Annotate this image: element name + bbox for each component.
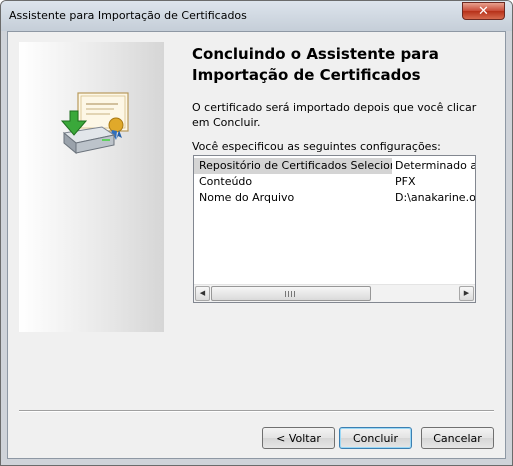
settings-row[interactable]: Nome do Arquivo D:\anakarine.oliveira xyxy=(194,190,475,206)
scrollbar-thumb[interactable] xyxy=(211,286,371,301)
arrow-right-icon: ▶ xyxy=(463,289,470,297)
settings-label: Você especificou as seguintes configuraç… xyxy=(192,140,441,153)
certificate-import-icon xyxy=(60,92,129,155)
settings-row[interactable]: Repositório de Certificados Selecionado … xyxy=(194,158,475,174)
grip-icon xyxy=(285,291,295,297)
scroll-left-button[interactable]: ◀ xyxy=(195,286,210,301)
settings-row[interactable]: Conteúdo PFX xyxy=(194,174,475,190)
wizard-description: O certificado será importado depois que … xyxy=(192,101,477,129)
wizard-window: Assistente para Importação de Certificad… xyxy=(0,0,513,466)
arrow-left-icon: ◀ xyxy=(199,289,206,297)
horizontal-scrollbar[interactable]: ◀ ▶ xyxy=(194,284,475,302)
wizard-heading: Concluindo o Assistente para Importação … xyxy=(192,45,439,84)
close-icon: ✕ xyxy=(478,4,489,19)
setting-key: Repositório de Certificados Selecionado xyxy=(194,158,392,174)
settings-list[interactable]: Repositório de Certificados Selecionado … xyxy=(193,155,476,303)
scroll-right-button[interactable]: ▶ xyxy=(459,286,474,301)
wizard-client-area: Concluindo o Assistente para Importação … xyxy=(7,31,506,459)
setting-key: Conteúdo xyxy=(199,175,253,188)
back-button[interactable]: < Voltar xyxy=(262,427,335,449)
title-bar[interactable]: Assistente para Importação de Certificad… xyxy=(1,1,512,31)
setting-value: PFX xyxy=(395,175,416,188)
cancel-button[interactable]: Cancelar xyxy=(421,427,494,449)
window-title: Assistente para Importação de Certificad… xyxy=(9,9,247,22)
finish-button[interactable]: Concluir xyxy=(339,427,412,449)
setting-value: D:\anakarine.oliveira xyxy=(395,191,475,204)
setting-value: Determinado automaticamente pelo assiste… xyxy=(395,159,475,172)
wizard-side-panel xyxy=(19,42,164,332)
button-separator xyxy=(19,410,494,412)
close-button[interactable]: ✕ xyxy=(462,2,505,20)
setting-key: Nome do Arquivo xyxy=(199,191,295,204)
